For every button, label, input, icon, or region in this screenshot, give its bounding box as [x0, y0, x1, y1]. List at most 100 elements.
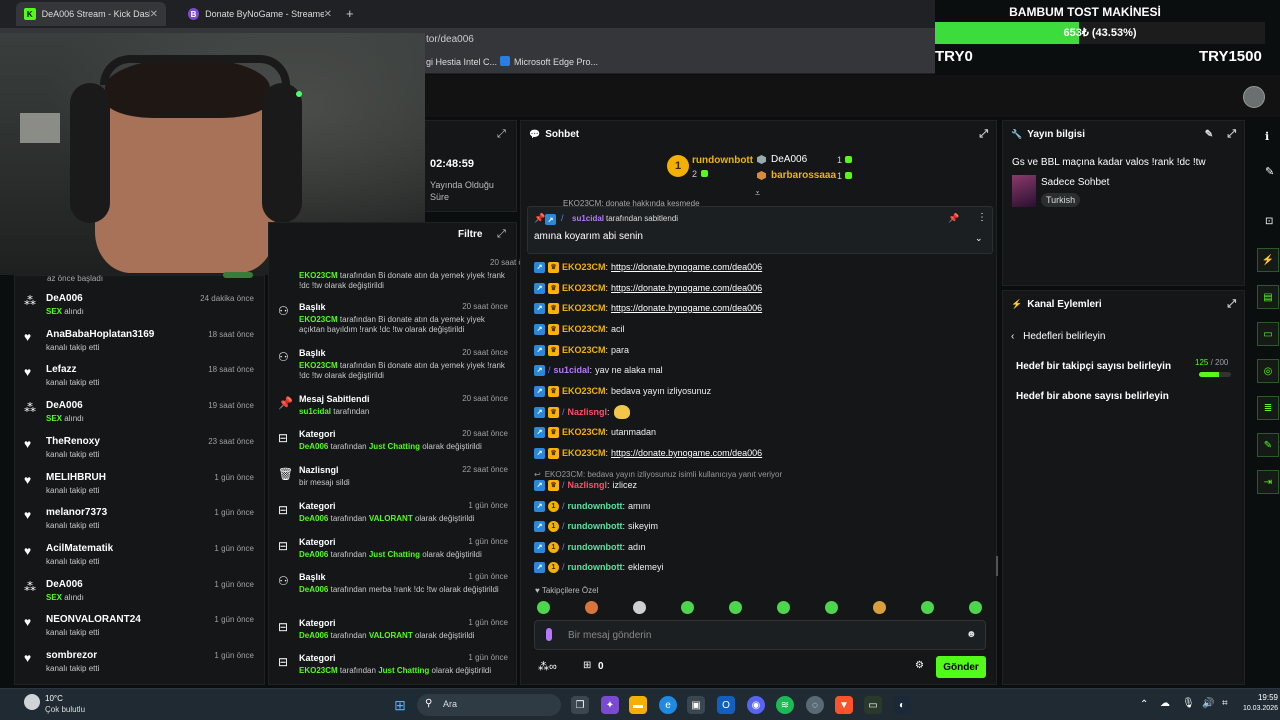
- chat-username[interactable]: EKO23CM: [562, 283, 606, 293]
- emote-icon[interactable]: [969, 601, 982, 614]
- outlook-icon[interactable]: O: [717, 696, 735, 714]
- chat-message[interactable]: ↗ 1/rundownbott: amını: [534, 498, 651, 514]
- log-user[interactable]: DeA006: [299, 442, 328, 451]
- chat-username[interactable]: EKO23CM: [562, 386, 606, 396]
- log-user[interactable]: DeA006: [299, 550, 328, 559]
- chat-username[interactable]: Nazlisngl: [568, 407, 608, 417]
- sub-goal-button[interactable]: Hedef bir abone sayısı belirleyin: [1016, 391, 1169, 402]
- chat-icon[interactable]: ▭: [1257, 322, 1279, 346]
- moderation-icon[interactable]: ≣: [1257, 396, 1279, 420]
- activity-user[interactable]: TheRenoxy: [46, 436, 100, 447]
- bookmark-item[interactable]: gi Hestia Intel C...: [426, 57, 497, 67]
- chat-username[interactable]: EKO23CM: [562, 345, 606, 355]
- log-user[interactable]: DeA006: [299, 514, 328, 523]
- log-user[interactable]: EKO23CM: [299, 361, 338, 370]
- close-tab-icon[interactable]: ✕: [150, 9, 158, 20]
- activity-user[interactable]: sombrezor: [46, 650, 97, 661]
- activity-item[interactable]: ⁂ DeA006 SEX alındı 19 saat önce: [22, 397, 258, 433]
- cloud-icon[interactable]: ☁: [1160, 698, 1170, 709]
- chat-message[interactable]: ↗ ♛ EKO23CM: https://donate.bynogame.com/de…: [534, 280, 762, 296]
- activity-item[interactable]: ⁂ DeA006 SEX alındı 1 gün önce: [22, 576, 258, 612]
- chat-message[interactable]: ↗ ♛ EKO23CM: utanmadan: [534, 424, 656, 440]
- chat-message[interactable]: ↗ / su1cidal: yav ne alaka mal: [534, 362, 663, 378]
- chat-scrollbar[interactable]: [996, 556, 998, 576]
- activity-item[interactable]: ♥ Lefazz kanalı takip etti 18 saat önce: [22, 361, 258, 397]
- chat-message[interactable]: ↗ ♛ / Nazlisngl: izlicez: [534, 477, 637, 493]
- microphone-icon[interactable]: [546, 628, 552, 641]
- activity-user[interactable]: AcilMatematik: [46, 543, 113, 554]
- leaderboard-toggle-icon[interactable]: ⩡: [755, 188, 760, 199]
- chat-message[interactable]: ↗ 1/rundownbott: eklemeyi: [534, 559, 664, 575]
- emote-icon[interactable]: [729, 601, 742, 614]
- activity-item[interactable]: ♥ NEONVALORANT24 kanalı takip etti 1 gün ön…: [22, 611, 258, 647]
- log-user[interactable]: DeA006: [299, 631, 328, 640]
- network-icon[interactable]: ⌗: [1222, 698, 1228, 709]
- tab-donate-bynogame[interactable]: B Donate ByNoGame - Streamer Settings ✕: [180, 2, 340, 26]
- send-button[interactable]: Gönder: [936, 656, 986, 678]
- discord-icon[interactable]: ◉: [747, 696, 765, 714]
- activity-user[interactable]: DeA006: [46, 400, 83, 411]
- emote-icon[interactable]: [873, 601, 886, 614]
- emote-icon[interactable]: [633, 601, 646, 614]
- log-user[interactable]: su1cidal: [299, 407, 331, 416]
- filter-label[interactable]: Filtre: [458, 229, 482, 240]
- app-icon[interactable]: ◌: [806, 696, 824, 714]
- chat-username[interactable]: rundownbott: [568, 542, 623, 552]
- chat-username[interactable]: rundownbott: [568, 521, 623, 531]
- tab-kick-dashboard[interactable]: K DeA006 Stream - Kick Dashboard ✕: [16, 2, 166, 26]
- emote-icon[interactable]: [585, 601, 598, 614]
- log-user[interactable]: EKO23CM: [299, 666, 338, 675]
- viewers-icon[interactable]: ⁂∞: [538, 660, 557, 673]
- chat-username[interactable]: EKO23CM: [562, 303, 606, 313]
- store-icon[interactable]: ⊞: [583, 660, 591, 671]
- chat-message[interactable]: ↗ 1/rundownbott: adın: [534, 539, 646, 555]
- terminal-icon[interactable]: ▭: [864, 696, 882, 714]
- expand-icon[interactable]: ⤢: [497, 228, 506, 241]
- chat-username[interactable]: su1cidal: [554, 365, 590, 375]
- log-user[interactable]: EKO23CM: [299, 315, 338, 324]
- chat-link[interactable]: https://donate.bynogame.com/dea006: [611, 303, 762, 313]
- leaderboard-user[interactable]: barbarossaaa: [771, 170, 836, 181]
- category-name[interactable]: Sadece Sohbet: [1041, 177, 1109, 188]
- chevron-down-icon[interactable]: ⌄: [975, 233, 983, 244]
- activity-item[interactable]: ♥ AnaBabaHoplatan3169 kanalı takip etti 18 …: [22, 326, 258, 362]
- activity-item[interactable]: ♥ sombrezor kanalı takip etti 1 gün önce: [22, 647, 258, 683]
- chat-username[interactable]: rundownbott: [568, 562, 623, 572]
- chat-link[interactable]: https://donate.bynogame.com/dea006: [611, 283, 762, 293]
- back-button[interactable]: ‹ Hedefleri belirleyin: [1011, 331, 1105, 342]
- log-user[interactable]: DeA006: [299, 585, 328, 594]
- emote-icon[interactable]: [921, 601, 934, 614]
- chat-link[interactable]: https://donate.bynogame.com/dea006: [611, 448, 762, 458]
- lightning-icon[interactable]: ⚡: [1257, 248, 1279, 272]
- leaderboard-user[interactable]: rundownbott: [692, 155, 753, 166]
- edit-icon[interactable]: ✎: [1265, 165, 1274, 178]
- chat-link[interactable]: https://donate.bynogame.com/dea006: [611, 262, 762, 272]
- brave-icon[interactable]: ▼: [835, 696, 853, 714]
- bookmark-item[interactable]: Microsoft Edge Pro...: [514, 57, 598, 67]
- chat-message[interactable]: ↗ 1/rundownbott: sikeyim: [534, 518, 658, 534]
- edge-icon[interactable]: e: [659, 696, 677, 714]
- emoji-icon[interactable]: ☻: [966, 629, 977, 640]
- chat-username[interactable]: EKO23CM: [562, 324, 606, 334]
- activity-item[interactable]: ♥ TheRenoxy kanalı takip etti 23 saat önce: [22, 433, 258, 469]
- clock-date[interactable]: 10.03.2026: [1240, 705, 1278, 712]
- chat-settings-icon[interactable]: ⚙: [915, 660, 924, 671]
- expand-icon[interactable]: ⤢: [497, 128, 506, 141]
- chat-message[interactable]: ↗ ♛ EKO23CM: https://donate.bynogame.com/de…: [534, 259, 762, 275]
- chat-username[interactable]: Nazlisngl: [568, 480, 608, 490]
- steam-icon[interactable]: ◐: [893, 696, 911, 714]
- activity-user[interactable]: DeA006: [46, 579, 83, 590]
- screenshot-icon[interactable]: ⊡: [1265, 216, 1273, 227]
- activity-item[interactable]: ⁂ DeA006 SEX alındı 24 dakika önce: [22, 290, 258, 326]
- spotify-icon[interactable]: ≋: [776, 696, 794, 714]
- activity-user[interactable]: Lefazz: [46, 364, 77, 375]
- chat-message[interactable]: ↗ ♛ EKO23CM: para: [534, 342, 629, 358]
- app-icon[interactable]: ✦: [601, 696, 619, 714]
- expand-icon[interactable]: ⤢: [1227, 128, 1236, 141]
- emote-icon[interactable]: [825, 601, 838, 614]
- volume-icon[interactable]: 🔊: [1202, 698, 1214, 709]
- wrench-icon[interactable]: ✎: [1257, 433, 1279, 457]
- exit-icon[interactable]: ⇥: [1257, 470, 1279, 494]
- broadcast-icon[interactable]: ◎: [1257, 359, 1279, 383]
- tray-chevron-icon[interactable]: ⌃: [1140, 699, 1148, 710]
